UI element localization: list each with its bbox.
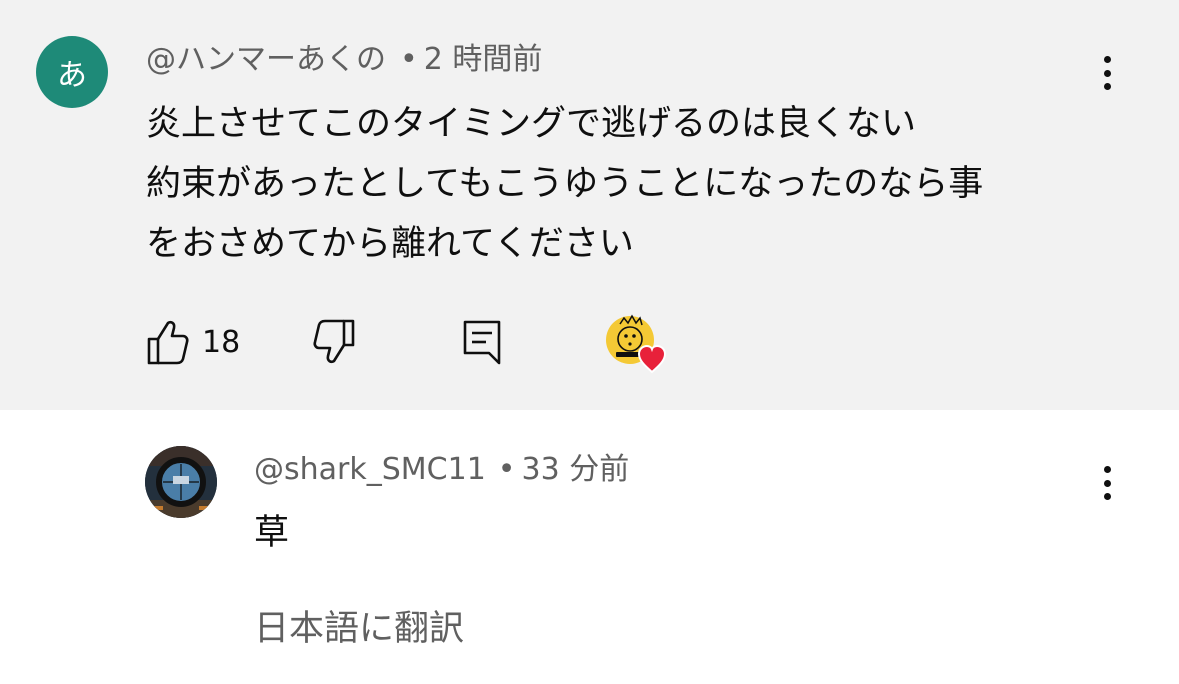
reply-meta: @shark_SMC11 • 33 分前	[254, 450, 629, 490]
like-count: 18	[202, 324, 241, 360]
meta-separator: •	[497, 452, 516, 487]
comment-meta: @ハンマーあくの • 2 時間前	[146, 40, 542, 80]
comment-author[interactable]: @ハンマーあくの	[146, 42, 386, 77]
more-vert-icon[interactable]	[1092, 52, 1122, 94]
more-vert-icon[interactable]	[1092, 462, 1122, 504]
comments-screen: あ @ハンマーあくの • 2 時間前 炎上させてこのタイミングで逃げるのは良くない …	[0, 0, 1179, 684]
reply-icon	[463, 320, 501, 365]
comment-text: 炎上させてこのタイミングで逃げるのは良くない 約束があったとしてもこうゆうことに…	[146, 94, 983, 274]
avatar-letter: あ	[57, 58, 87, 93]
reply-text: 草	[254, 513, 290, 553]
comment-line: 約束があったとしてもこうゆうことになったのなら事	[146, 164, 984, 204]
highlighted-comment: あ @ハンマーあくの • 2 時間前 炎上させてこのタイミングで逃げるのは良くない …	[0, 0, 1179, 410]
translate-button[interactable]: 日本語に翻訳	[254, 604, 464, 654]
thumbs-down-icon	[313, 319, 355, 364]
comment-line: 炎上させてこのタイミングで逃げるのは良くない	[146, 104, 917, 144]
comment-time[interactable]: 2 時間前	[424, 42, 543, 77]
like-button[interactable]: 18	[146, 314, 256, 370]
reply-author[interactable]: @shark_SMC11	[254, 452, 486, 487]
reply-time[interactable]: 33 分前	[522, 452, 630, 487]
thumbs-up-icon	[147, 320, 189, 365]
avatar[interactable]: あ	[36, 36, 108, 108]
game-scope-avatar-image	[145, 446, 217, 518]
reply-avatar[interactable]	[145, 446, 217, 518]
comment-line: をおさめてから離れてください	[146, 224, 634, 264]
creator-heart-icon	[606, 314, 672, 374]
reply-button[interactable]	[462, 314, 510, 370]
dislike-button[interactable]	[312, 314, 360, 370]
meta-separator: •	[400, 42, 418, 77]
